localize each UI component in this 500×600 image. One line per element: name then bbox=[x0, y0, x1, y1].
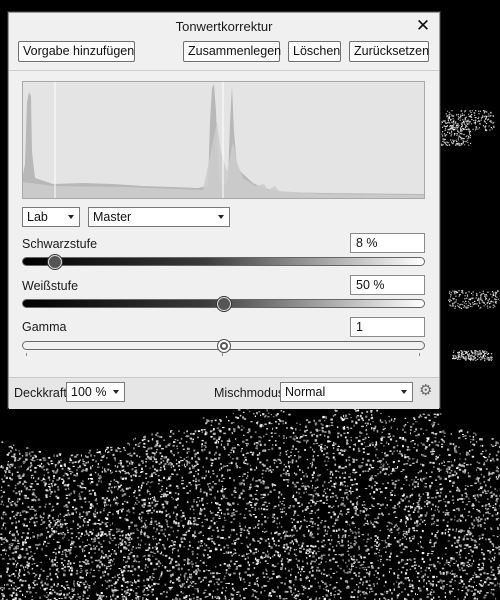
gamma-tick-mid bbox=[222, 353, 223, 356]
gamma-label: Gamma bbox=[22, 320, 67, 334]
gamma-input[interactable]: 1 bbox=[350, 317, 425, 337]
levels-dialog: Tonwertkorrektur ✕ Vorgabe hinzufügen Zu… bbox=[8, 12, 440, 409]
blend-mode-select[interactable]: Normal bbox=[280, 382, 413, 402]
color-space-select[interactable]: Lab bbox=[22, 207, 80, 227]
white-level-input[interactable]: 50 % bbox=[350, 275, 425, 295]
divider bbox=[9, 70, 439, 71]
gamma-tick-max bbox=[419, 353, 420, 356]
black-level-label: Schwarzstufe bbox=[22, 237, 98, 251]
gear-icon[interactable]: ⚙ bbox=[419, 383, 433, 398]
opacity-label: Deckkraft: bbox=[14, 386, 71, 400]
chevron-down-icon bbox=[68, 215, 74, 219]
opacity-value: 100 % bbox=[71, 385, 107, 399]
color-space-value: Lab bbox=[27, 210, 48, 224]
white-level-slider[interactable] bbox=[22, 297, 425, 311]
chevron-down-icon bbox=[218, 215, 224, 219]
gamma-tick-min bbox=[26, 353, 27, 356]
add-preset-button[interactable]: Vorgabe hinzufügen bbox=[18, 41, 135, 62]
black-level-input[interactable]: 8 % bbox=[350, 233, 425, 253]
gamma-slider[interactable] bbox=[22, 339, 425, 353]
merge-button[interactable]: Zusammenlegen bbox=[183, 41, 281, 62]
chevron-down-icon bbox=[113, 390, 119, 394]
delete-button[interactable]: Löschen bbox=[288, 41, 341, 62]
white-level-label: Weißstufe bbox=[22, 279, 79, 293]
histogram bbox=[22, 81, 425, 199]
opacity-select[interactable]: 100 % bbox=[66, 382, 125, 402]
dialog-footer: Deckkraft: 100 % Mischmodus: Normal ⚙ bbox=[9, 377, 439, 409]
reset-button[interactable]: Zurücksetzen bbox=[349, 41, 429, 62]
channel-select[interactable]: Master bbox=[88, 207, 230, 227]
blend-mode-label: Mischmodus: bbox=[214, 386, 288, 400]
black-level-slider[interactable] bbox=[22, 255, 425, 269]
gamma-thumb[interactable] bbox=[216, 339, 231, 353]
blend-mode-value: Normal bbox=[285, 385, 326, 399]
close-icon[interactable]: ✕ bbox=[413, 16, 433, 36]
dialog-title: Tonwertkorrektur bbox=[175, 19, 273, 34]
black-level-thumb[interactable] bbox=[48, 255, 63, 269]
chevron-down-icon bbox=[401, 390, 407, 394]
channel-value: Master bbox=[93, 210, 132, 224]
white-level-thumb[interactable] bbox=[216, 297, 231, 311]
